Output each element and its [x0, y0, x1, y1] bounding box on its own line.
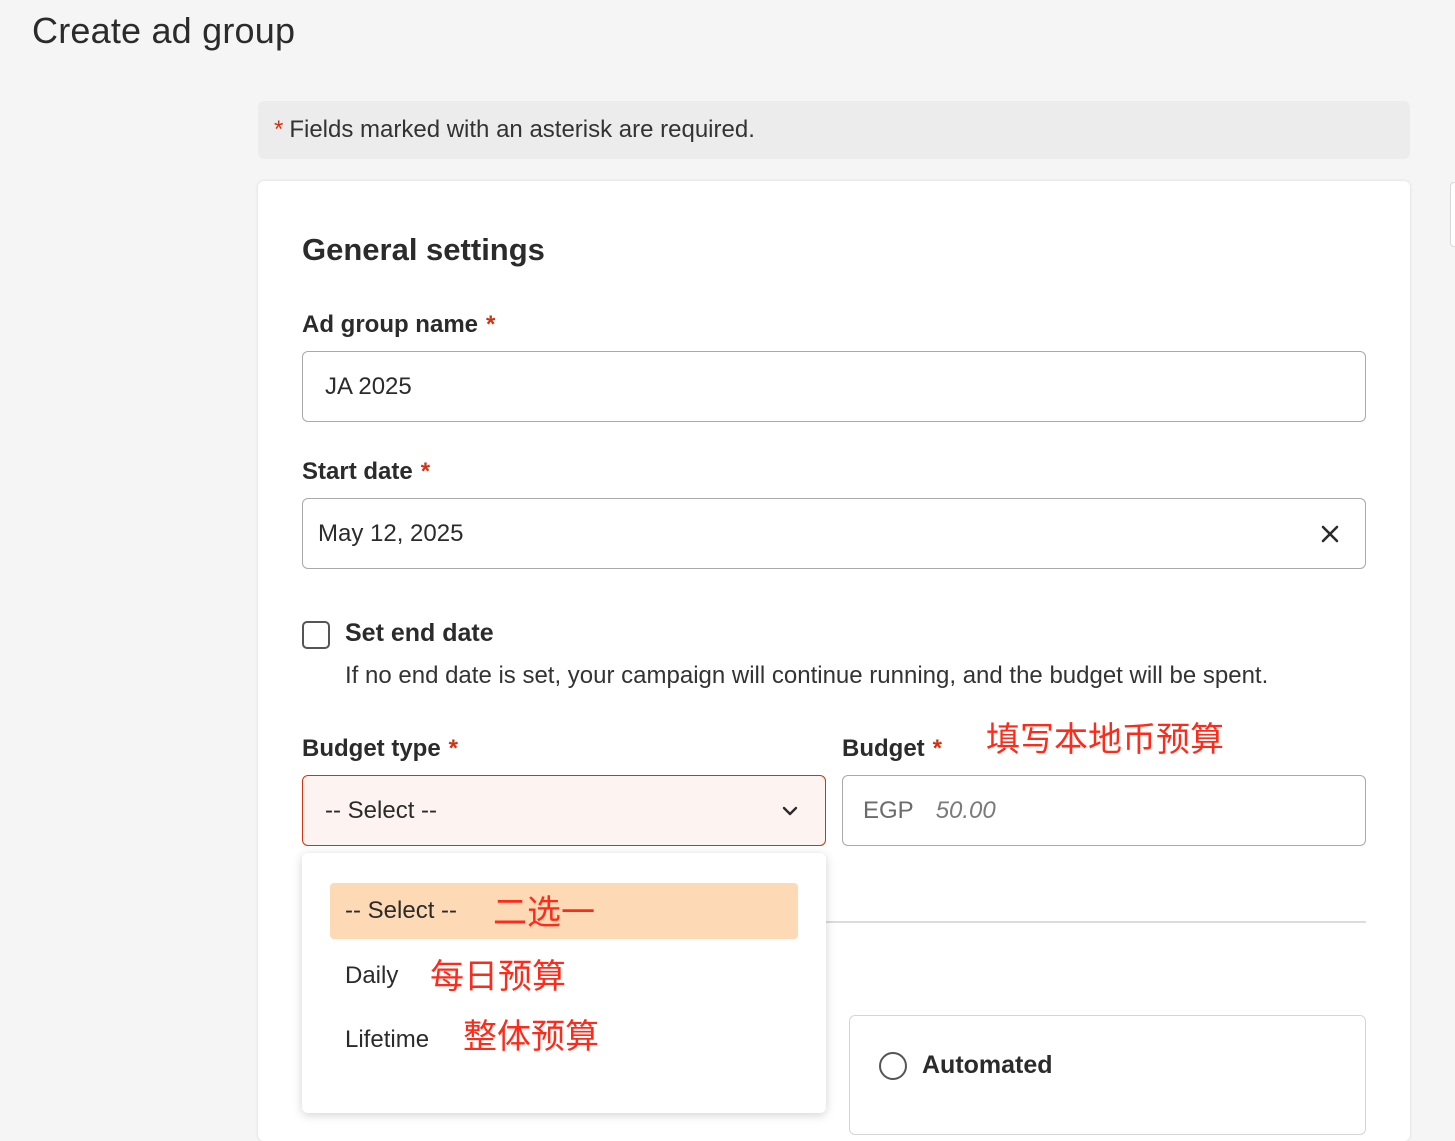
- budget-type-selected-value: -- Select --: [325, 796, 438, 824]
- chevron-down-icon: [782, 806, 798, 815]
- budget-label: Budget *: [842, 735, 942, 763]
- asterisk: *: [274, 116, 284, 143]
- lifetime-annotation: 整体预算: [463, 1017, 599, 1057]
- ad-group-name-label: Ad group name *: [302, 311, 495, 339]
- required-asterisk: *: [448, 735, 459, 762]
- end-date-help-text: If no end date is set, your campaign wil…: [345, 662, 1269, 689]
- budget-type-select[interactable]: -- Select --: [302, 775, 826, 846]
- start-date-value: May 12, 2025: [318, 519, 464, 547]
- option-label: -- Select --: [345, 897, 458, 924]
- budget-field: EGP: [842, 775, 1366, 846]
- required-fields-notice: * Fields marked with an asterisk are req…: [258, 101, 1410, 159]
- ad-group-name-label-text: Ad group name: [302, 311, 479, 338]
- section-divider: [826, 921, 1366, 923]
- ad-group-name-input[interactable]: JA 2025: [302, 351, 1366, 422]
- page-title: Create ad group: [32, 10, 296, 51]
- start-date-label-text: Start date: [302, 458, 413, 485]
- budget-input[interactable]: [935, 796, 1236, 825]
- budget-annotation: 填写本地币预算: [986, 720, 1224, 760]
- section-title: General settings: [302, 232, 545, 267]
- adjacent-panel-edge: [1450, 182, 1455, 247]
- required-asterisk: *: [486, 311, 496, 338]
- start-date-label: Start date *: [302, 458, 430, 486]
- automated-radio[interactable]: [879, 1052, 907, 1080]
- required-asterisk: *: [420, 458, 431, 485]
- start-date-input[interactable]: May 12, 2025: [302, 498, 1366, 569]
- notice-text: Fields marked with an asterisk are requi…: [289, 116, 755, 143]
- option-label: Daily: [345, 962, 399, 989]
- option-label: Lifetime: [345, 1026, 430, 1053]
- set-end-date-label[interactable]: Set end date: [345, 619, 494, 648]
- automated-label[interactable]: Automated: [922, 1051, 1053, 1080]
- required-asterisk: *: [932, 735, 942, 762]
- daily-annotation: 每日预算: [430, 957, 566, 997]
- ad-group-name-value: JA 2025: [325, 372, 412, 400]
- close-icon[interactable]: [1319, 523, 1341, 545]
- select-annotation: 二选一: [493, 893, 595, 933]
- set-end-date-checkbox[interactable]: [302, 621, 330, 649]
- currency-code: EGP: [863, 796, 914, 824]
- budget-type-label-text: Budget type: [302, 735, 441, 762]
- budget-label-text: Budget: [842, 735, 925, 762]
- budget-type-label: Budget type *: [302, 735, 458, 763]
